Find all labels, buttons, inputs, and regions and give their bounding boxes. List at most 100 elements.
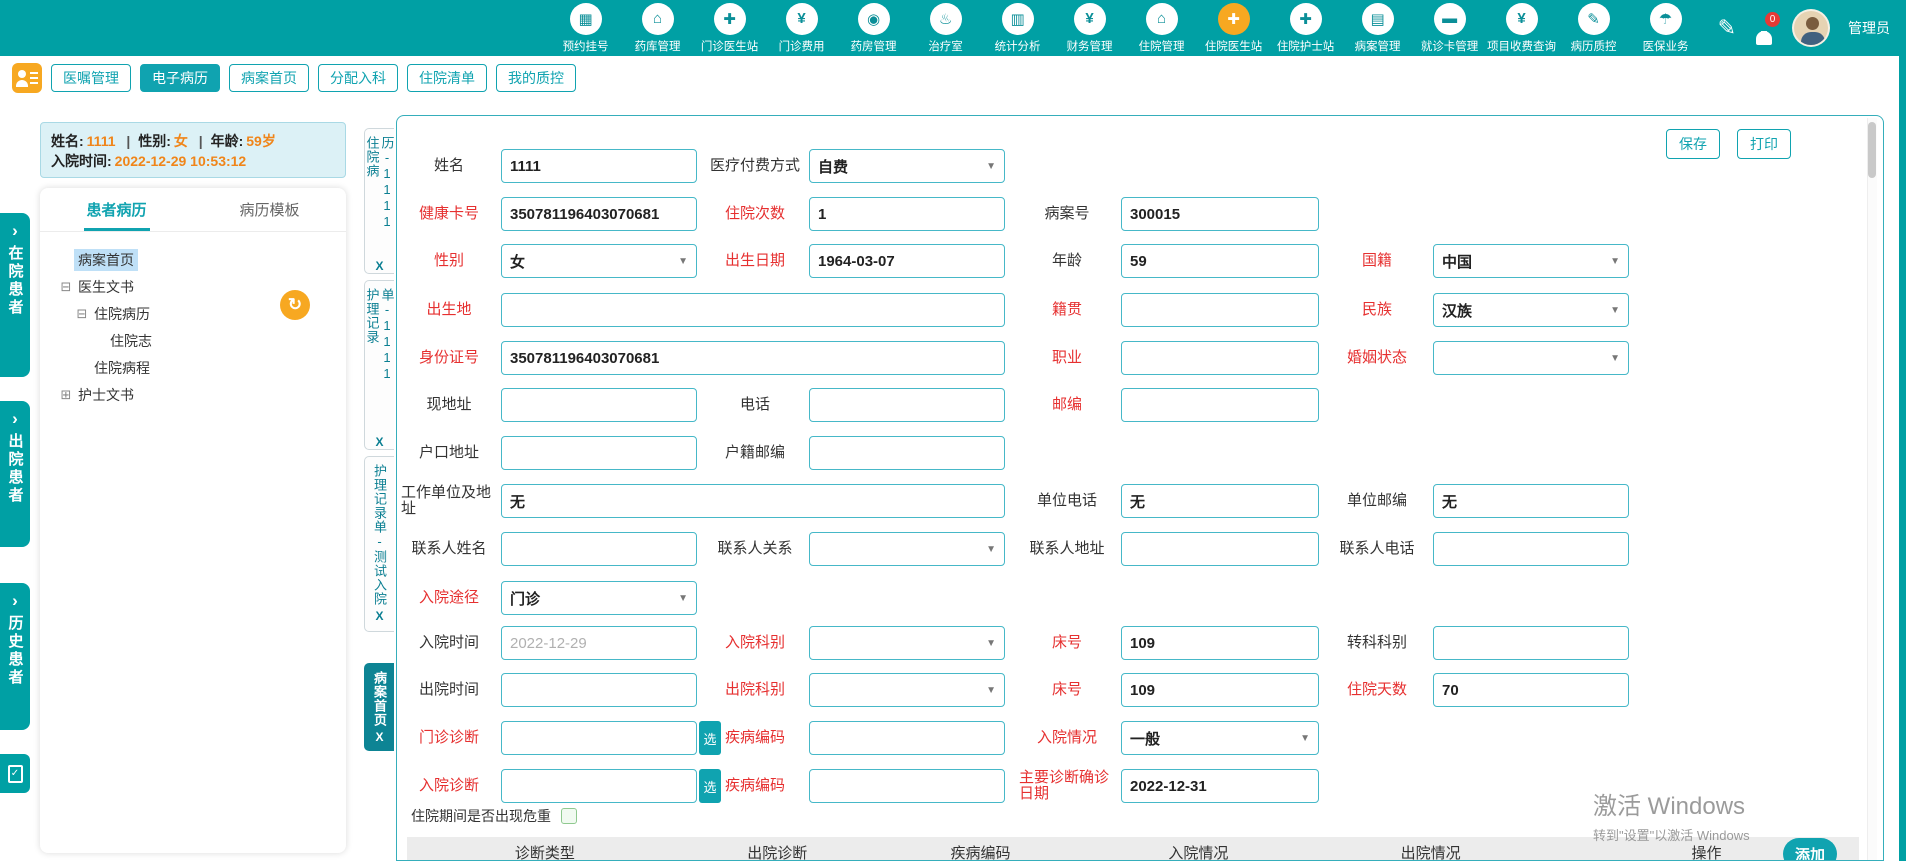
tab-patient-record[interactable]: 患者病历 (40, 188, 193, 231)
hukou-address-input[interactable] (501, 436, 697, 470)
admit-condition-select[interactable]: 一般 ▼ (1121, 721, 1319, 755)
cur-address-input[interactable] (501, 388, 697, 422)
sidebar-item-discharged[interactable]: › 出院患者 (0, 401, 30, 547)
nav-pharmacy-store[interactable]: ⌂ 药库管理 (626, 2, 690, 54)
gender-select[interactable]: 女 ▼ (501, 244, 697, 278)
discharge-dept-select[interactable]: ▼ (809, 673, 1005, 707)
nav-inpatient-doctor[interactable]: ✚ 住院医生站 (1202, 2, 1266, 54)
add-diagnosis-button[interactable]: 添加 (1783, 838, 1837, 860)
admit-count-input[interactable] (809, 197, 1005, 231)
nav-treatment-room[interactable]: ♨ 治疗室 (914, 2, 978, 54)
close-icon[interactable]: X (375, 609, 383, 623)
ethnic-select[interactable]: 汉族 ▼ (1433, 293, 1629, 327)
tab-record-template[interactable]: 病历模板 (193, 188, 346, 231)
notification-bell-icon[interactable]: 0 (1754, 12, 1780, 45)
tab-emr[interactable]: 电子病历 (140, 64, 220, 92)
nav-inpatient-mgmt[interactable]: ⌂ 住院管理 (1130, 2, 1194, 54)
close-icon[interactable]: X (375, 730, 383, 744)
appointment-icon: ▦ (569, 2, 602, 35)
contact-phone-input[interactable] (1433, 532, 1629, 566)
doc-tab-nursing-record-2[interactable]: 护理记录单-测试入院 X (364, 456, 394, 632)
tree-node-label[interactable]: 医生文书 (74, 276, 138, 298)
outpatient-diag-input[interactable] (501, 721, 697, 755)
tab-order-mgmt[interactable]: 医嘱管理 (51, 64, 131, 92)
sidebar-item-in-hospital[interactable]: › 在院患者 (0, 213, 30, 377)
transfer-dept-input[interactable] (1433, 626, 1629, 660)
work-unit-input[interactable] (501, 484, 1005, 518)
bed-no-input[interactable] (1121, 626, 1319, 660)
admit-time-input[interactable] (501, 626, 697, 660)
admit-path-select[interactable]: 门诊 ▼ (501, 581, 697, 615)
close-icon[interactable]: X (375, 435, 383, 449)
stay-days-input[interactable] (1433, 673, 1629, 707)
tab-inpatient-list[interactable]: 住院清单 (407, 64, 487, 92)
tree-node-label[interactable]: 住院病程 (90, 357, 154, 379)
tree-node-label[interactable]: 住院志 (106, 330, 156, 352)
nav-appointment[interactable]: ▦ 预约挂号 (554, 2, 618, 54)
health-card-input[interactable] (501, 197, 697, 231)
pay-method-select[interactable]: 自费 ▼ (809, 149, 1005, 183)
doc-tab-nursing-record-1[interactable]: 护理记录单-1111 X (364, 280, 395, 450)
page-scrollbar[interactable] (1899, 56, 1906, 861)
hukou-postcode-input[interactable] (809, 436, 1005, 470)
tab-case-front-page[interactable]: 病案首页 (229, 64, 309, 92)
health-card-label: 健康卡号 (418, 205, 479, 222)
case-no-input[interactable] (1121, 197, 1319, 231)
refresh-button[interactable]: ↻ (280, 290, 310, 320)
close-icon[interactable]: X (375, 259, 383, 273)
nav-record-qc[interactable]: ✎ 病历质控 (1562, 2, 1626, 54)
patient-list-icon-button[interactable] (12, 63, 42, 93)
doc-tab-case-front-page[interactable]: 病案首页 X (364, 663, 394, 751)
native-place-label: 籍贯 (1051, 301, 1082, 318)
id-card-input[interactable] (501, 341, 1005, 375)
expand-icon[interactable]: ⊞ (58, 387, 74, 403)
admit-dept-select[interactable]: ▼ (809, 626, 1005, 660)
name-input[interactable] (501, 149, 697, 183)
nav-outpatient-fee[interactable]: ¥ 门诊费用 (770, 2, 834, 54)
bed-no2-input[interactable] (1121, 673, 1319, 707)
tab-my-qc[interactable]: 我的质控 (496, 64, 576, 92)
edit-pencil-icon[interactable]: ✎ (1718, 15, 1736, 41)
sidebar-item-history[interactable]: › 历史患者 (0, 583, 30, 730)
contact-name-input[interactable] (501, 532, 697, 566)
main-diag-date-input[interactable] (1121, 769, 1319, 803)
disease-code1-input[interactable] (809, 721, 1005, 755)
tree-node-label[interactable]: 病案首页 (74, 248, 138, 271)
admit-diag-input[interactable] (501, 769, 697, 803)
doc-tab-inpatient-record[interactable]: 住院病历-1111 X (364, 128, 395, 274)
nav-inpatient-nurse[interactable]: ✚ 住院护士站 (1274, 2, 1338, 54)
birth-date-input[interactable] (809, 244, 1005, 278)
tree-node-label[interactable]: 护士文书 (74, 384, 138, 406)
discharge-time-input[interactable] (501, 673, 697, 707)
occupation-input[interactable] (1121, 341, 1319, 375)
age-input[interactable] (1121, 244, 1319, 278)
collapse-icon[interactable]: ⊟ (58, 279, 74, 295)
nav-insurance[interactable]: ☂ 医保业务 (1634, 2, 1698, 54)
nav-outpatient-doctor[interactable]: ✚ 门诊医生站 (698, 2, 762, 54)
tab-assign-dept[interactable]: 分配入科 (318, 64, 398, 92)
tree-node-label[interactable]: 住院病历 (90, 303, 154, 325)
user-avatar[interactable] (1792, 9, 1830, 47)
nav-visit-card[interactable]: ▬ 就诊卡管理 (1418, 2, 1482, 54)
panel-scrollbar-track[interactable] (1867, 118, 1877, 860)
nav-finance[interactable]: ¥ 财务管理 (1058, 2, 1122, 54)
unit-phone-input[interactable] (1121, 484, 1319, 518)
contact-address-input[interactable] (1121, 532, 1319, 566)
contact-relation-select[interactable]: ▼ (809, 532, 1005, 566)
postcode-input[interactable] (1121, 388, 1319, 422)
panel-scrollbar-thumb[interactable] (1868, 122, 1876, 178)
native-place-input[interactable] (1121, 293, 1319, 327)
nav-medical-records[interactable]: ▤ 病案管理 (1346, 2, 1410, 54)
critical-checkbox[interactable] (561, 808, 577, 824)
phone-input[interactable] (809, 388, 1005, 422)
nav-dispensary[interactable]: ◉ 药房管理 (842, 2, 906, 54)
collapse-icon[interactable]: ⊟ (74, 306, 90, 322)
unit-postcode-input[interactable] (1433, 484, 1629, 518)
nationality-select[interactable]: 中国 ▼ (1433, 244, 1629, 278)
nav-fee-query[interactable]: ¥ 项目收费查询 (1487, 2, 1556, 54)
sidebar-checklist-button[interactable]: ✓ (0, 754, 30, 793)
disease-code2-input[interactable] (809, 769, 1005, 803)
birth-place-input[interactable] (501, 293, 1005, 327)
marital-select[interactable]: ▼ (1433, 341, 1629, 375)
nav-statistics[interactable]: ▥ 统计分析 (986, 2, 1050, 54)
